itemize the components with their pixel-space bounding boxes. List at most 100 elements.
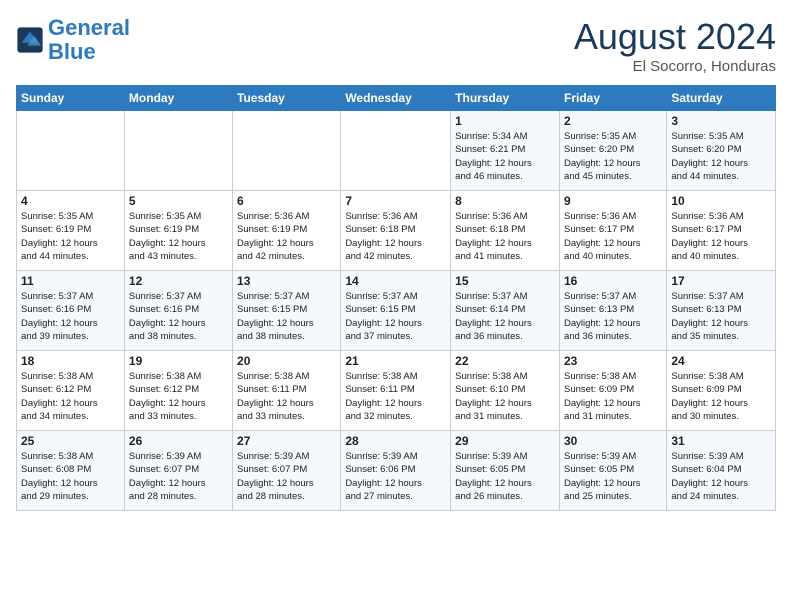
day-number: 14 xyxy=(345,274,446,288)
day-info: Sunrise: 5:35 AM Sunset: 6:20 PM Dayligh… xyxy=(671,130,771,183)
day-info: Sunrise: 5:38 AM Sunset: 6:10 PM Dayligh… xyxy=(455,370,555,423)
day-number: 27 xyxy=(237,434,336,448)
day-info: Sunrise: 5:36 AM Sunset: 6:19 PM Dayligh… xyxy=(237,210,336,263)
day-info: Sunrise: 5:36 AM Sunset: 6:17 PM Dayligh… xyxy=(671,210,771,263)
calendar-week-4: 18 Sunrise: 5:38 AM Sunset: 6:12 PM Dayli… xyxy=(17,351,776,431)
logo-line2: Blue xyxy=(48,39,96,64)
calendar-cell: 10Sunrise: 5:36 AM Sunset: 6:17 PM Dayli… xyxy=(667,191,776,271)
calendar-cell: 2 Sunrise: 5:35 AM Sunset: 6:20 PM Daylig… xyxy=(559,111,666,191)
calendar-cell: 18Sunrise: 5:38 AM Sunset: 6:12 PM Dayli… xyxy=(17,351,125,431)
day-number: 6 xyxy=(237,194,336,208)
day-number: 15 xyxy=(455,274,555,288)
logo: General Blue xyxy=(16,16,130,64)
day-info: Sunrise: 5:38 AM Sunset: 6:08 PM Dayligh… xyxy=(21,450,120,503)
calendar-cell: 22 Sunrise: 5:38 AM Sunset: 6:10 PM Dayli… xyxy=(451,351,560,431)
logo-text: General Blue xyxy=(48,16,130,64)
calendar-cell: 15 Sunrise: 5:37 AM Sunset: 6:14 PM Dayli… xyxy=(451,271,560,351)
calendar-cell: 24 Sunrise: 5:38 AM Sunset: 6:09 PM Dayli… xyxy=(667,351,776,431)
day-number: 11 xyxy=(21,274,120,288)
day-info: Sunrise: 5:37 AM Sunset: 6:15 PM Dayligh… xyxy=(237,290,336,343)
day-number: 16 xyxy=(564,274,662,288)
day-number: 21 xyxy=(345,354,446,368)
calendar-cell: 14Sunrise: 5:37 AM Sunset: 6:15 PM Dayli… xyxy=(341,271,451,351)
day-info: Sunrise: 5:39 AM Sunset: 6:06 PM Dayligh… xyxy=(345,450,446,503)
day-info: Sunrise: 5:39 AM Sunset: 6:07 PM Dayligh… xyxy=(129,450,228,503)
calendar-cell: 25Sunrise: 5:38 AM Sunset: 6:08 PM Dayli… xyxy=(17,431,125,511)
day-header-wednesday: Wednesday xyxy=(341,86,451,111)
calendar-cell: 19 Sunrise: 5:38 AM Sunset: 6:12 PM Dayli… xyxy=(124,351,232,431)
page-header: General Blue August 2024 El Socorro, Hon… xyxy=(16,16,776,75)
calendar-cell: 6 Sunrise: 5:36 AM Sunset: 6:19 PM Daylig… xyxy=(233,191,341,271)
calendar-cell: 27 Sunrise: 5:39 AM Sunset: 6:07 PM Dayli… xyxy=(233,431,341,511)
day-info: Sunrise: 5:37 AM Sunset: 6:14 PM Dayligh… xyxy=(455,290,555,343)
day-number: 18 xyxy=(21,354,120,368)
day-number: 13 xyxy=(237,274,336,288)
calendar-cell xyxy=(17,111,125,191)
day-header-sunday: Sunday xyxy=(17,86,125,111)
day-header-monday: Monday xyxy=(124,86,232,111)
day-info: Sunrise: 5:39 AM Sunset: 6:07 PM Dayligh… xyxy=(237,450,336,503)
day-number: 20 xyxy=(237,354,336,368)
calendar-cell: 7 Sunrise: 5:36 AM Sunset: 6:18 PM Daylig… xyxy=(341,191,451,271)
logo-icon xyxy=(16,26,44,54)
day-number: 24 xyxy=(671,354,771,368)
day-info: Sunrise: 5:36 AM Sunset: 6:18 PM Dayligh… xyxy=(345,210,446,263)
calendar-week-5: 25Sunrise: 5:38 AM Sunset: 6:08 PM Dayli… xyxy=(17,431,776,511)
day-info: Sunrise: 5:36 AM Sunset: 6:17 PM Dayligh… xyxy=(564,210,662,263)
calendar-cell: 20 Sunrise: 5:38 AM Sunset: 6:11 PM Dayli… xyxy=(233,351,341,431)
day-number: 29 xyxy=(455,434,555,448)
calendar-cell: 12Sunrise: 5:37 AM Sunset: 6:16 PM Dayli… xyxy=(124,271,232,351)
calendar-cell: 8Sunrise: 5:36 AM Sunset: 6:18 PM Daylig… xyxy=(451,191,560,271)
logo-line1: General xyxy=(48,15,130,40)
day-info: Sunrise: 5:38 AM Sunset: 6:09 PM Dayligh… xyxy=(564,370,662,423)
day-number: 2 xyxy=(564,114,662,128)
calendar-cell: 3 Sunrise: 5:35 AM Sunset: 6:20 PM Daylig… xyxy=(667,111,776,191)
calendar-cell xyxy=(233,111,341,191)
day-info: Sunrise: 5:38 AM Sunset: 6:11 PM Dayligh… xyxy=(345,370,446,423)
day-info: Sunrise: 5:37 AM Sunset: 6:16 PM Dayligh… xyxy=(129,290,228,343)
day-header-saturday: Saturday xyxy=(667,86,776,111)
calendar-cell: 23Sunrise: 5:38 AM Sunset: 6:09 PM Dayli… xyxy=(559,351,666,431)
day-info: Sunrise: 5:39 AM Sunset: 6:05 PM Dayligh… xyxy=(455,450,555,503)
day-info: Sunrise: 5:38 AM Sunset: 6:11 PM Dayligh… xyxy=(237,370,336,423)
day-number: 1 xyxy=(455,114,555,128)
day-info: Sunrise: 5:37 AM Sunset: 6:13 PM Dayligh… xyxy=(671,290,771,343)
calendar-body: 1Sunrise: 5:34 AM Sunset: 6:21 PM Daylig… xyxy=(17,111,776,511)
calendar-cell: 31Sunrise: 5:39 AM Sunset: 6:04 PM Dayli… xyxy=(667,431,776,511)
day-info: Sunrise: 5:35 AM Sunset: 6:19 PM Dayligh… xyxy=(129,210,228,263)
calendar-cell: 5Sunrise: 5:35 AM Sunset: 6:19 PM Daylig… xyxy=(124,191,232,271)
day-number: 3 xyxy=(671,114,771,128)
day-info: Sunrise: 5:35 AM Sunset: 6:19 PM Dayligh… xyxy=(21,210,120,263)
calendar-cell: 4 Sunrise: 5:35 AM Sunset: 6:19 PM Daylig… xyxy=(17,191,125,271)
day-number: 22 xyxy=(455,354,555,368)
calendar-cell xyxy=(341,111,451,191)
calendar-cell: 11 Sunrise: 5:37 AM Sunset: 6:16 PM Dayli… xyxy=(17,271,125,351)
calendar-cell: 13 Sunrise: 5:37 AM Sunset: 6:15 PM Dayli… xyxy=(233,271,341,351)
day-header-tuesday: Tuesday xyxy=(233,86,341,111)
calendar-header-row: SundayMondayTuesdayWednesdayThursdayFrid… xyxy=(17,86,776,111)
day-info: Sunrise: 5:37 AM Sunset: 6:13 PM Dayligh… xyxy=(564,290,662,343)
calendar-cell: 28Sunrise: 5:39 AM Sunset: 6:06 PM Dayli… xyxy=(341,431,451,511)
day-info: Sunrise: 5:37 AM Sunset: 6:16 PM Dayligh… xyxy=(21,290,120,343)
day-number: 8 xyxy=(455,194,555,208)
day-number: 19 xyxy=(129,354,228,368)
day-number: 9 xyxy=(564,194,662,208)
day-number: 7 xyxy=(345,194,446,208)
calendar-cell: 26 Sunrise: 5:39 AM Sunset: 6:07 PM Dayli… xyxy=(124,431,232,511)
calendar-cell: 1Sunrise: 5:34 AM Sunset: 6:21 PM Daylig… xyxy=(451,111,560,191)
day-info: Sunrise: 5:35 AM Sunset: 6:20 PM Dayligh… xyxy=(564,130,662,183)
day-number: 4 xyxy=(21,194,120,208)
day-number: 26 xyxy=(129,434,228,448)
calendar-cell: 9 Sunrise: 5:36 AM Sunset: 6:17 PM Daylig… xyxy=(559,191,666,271)
month-title: August 2024 xyxy=(574,16,776,58)
day-header-friday: Friday xyxy=(559,86,666,111)
day-info: Sunrise: 5:38 AM Sunset: 6:12 PM Dayligh… xyxy=(129,370,228,423)
day-number: 31 xyxy=(671,434,771,448)
location-subtitle: El Socorro, Honduras xyxy=(574,58,776,75)
day-info: Sunrise: 5:38 AM Sunset: 6:09 PM Dayligh… xyxy=(671,370,771,423)
calendar-week-2: 4 Sunrise: 5:35 AM Sunset: 6:19 PM Daylig… xyxy=(17,191,776,271)
calendar-week-3: 11 Sunrise: 5:37 AM Sunset: 6:16 PM Dayli… xyxy=(17,271,776,351)
calendar-cell: 16 Sunrise: 5:37 AM Sunset: 6:13 PM Dayli… xyxy=(559,271,666,351)
day-header-thursday: Thursday xyxy=(451,86,560,111)
title-block: August 2024 El Socorro, Honduras xyxy=(574,16,776,75)
